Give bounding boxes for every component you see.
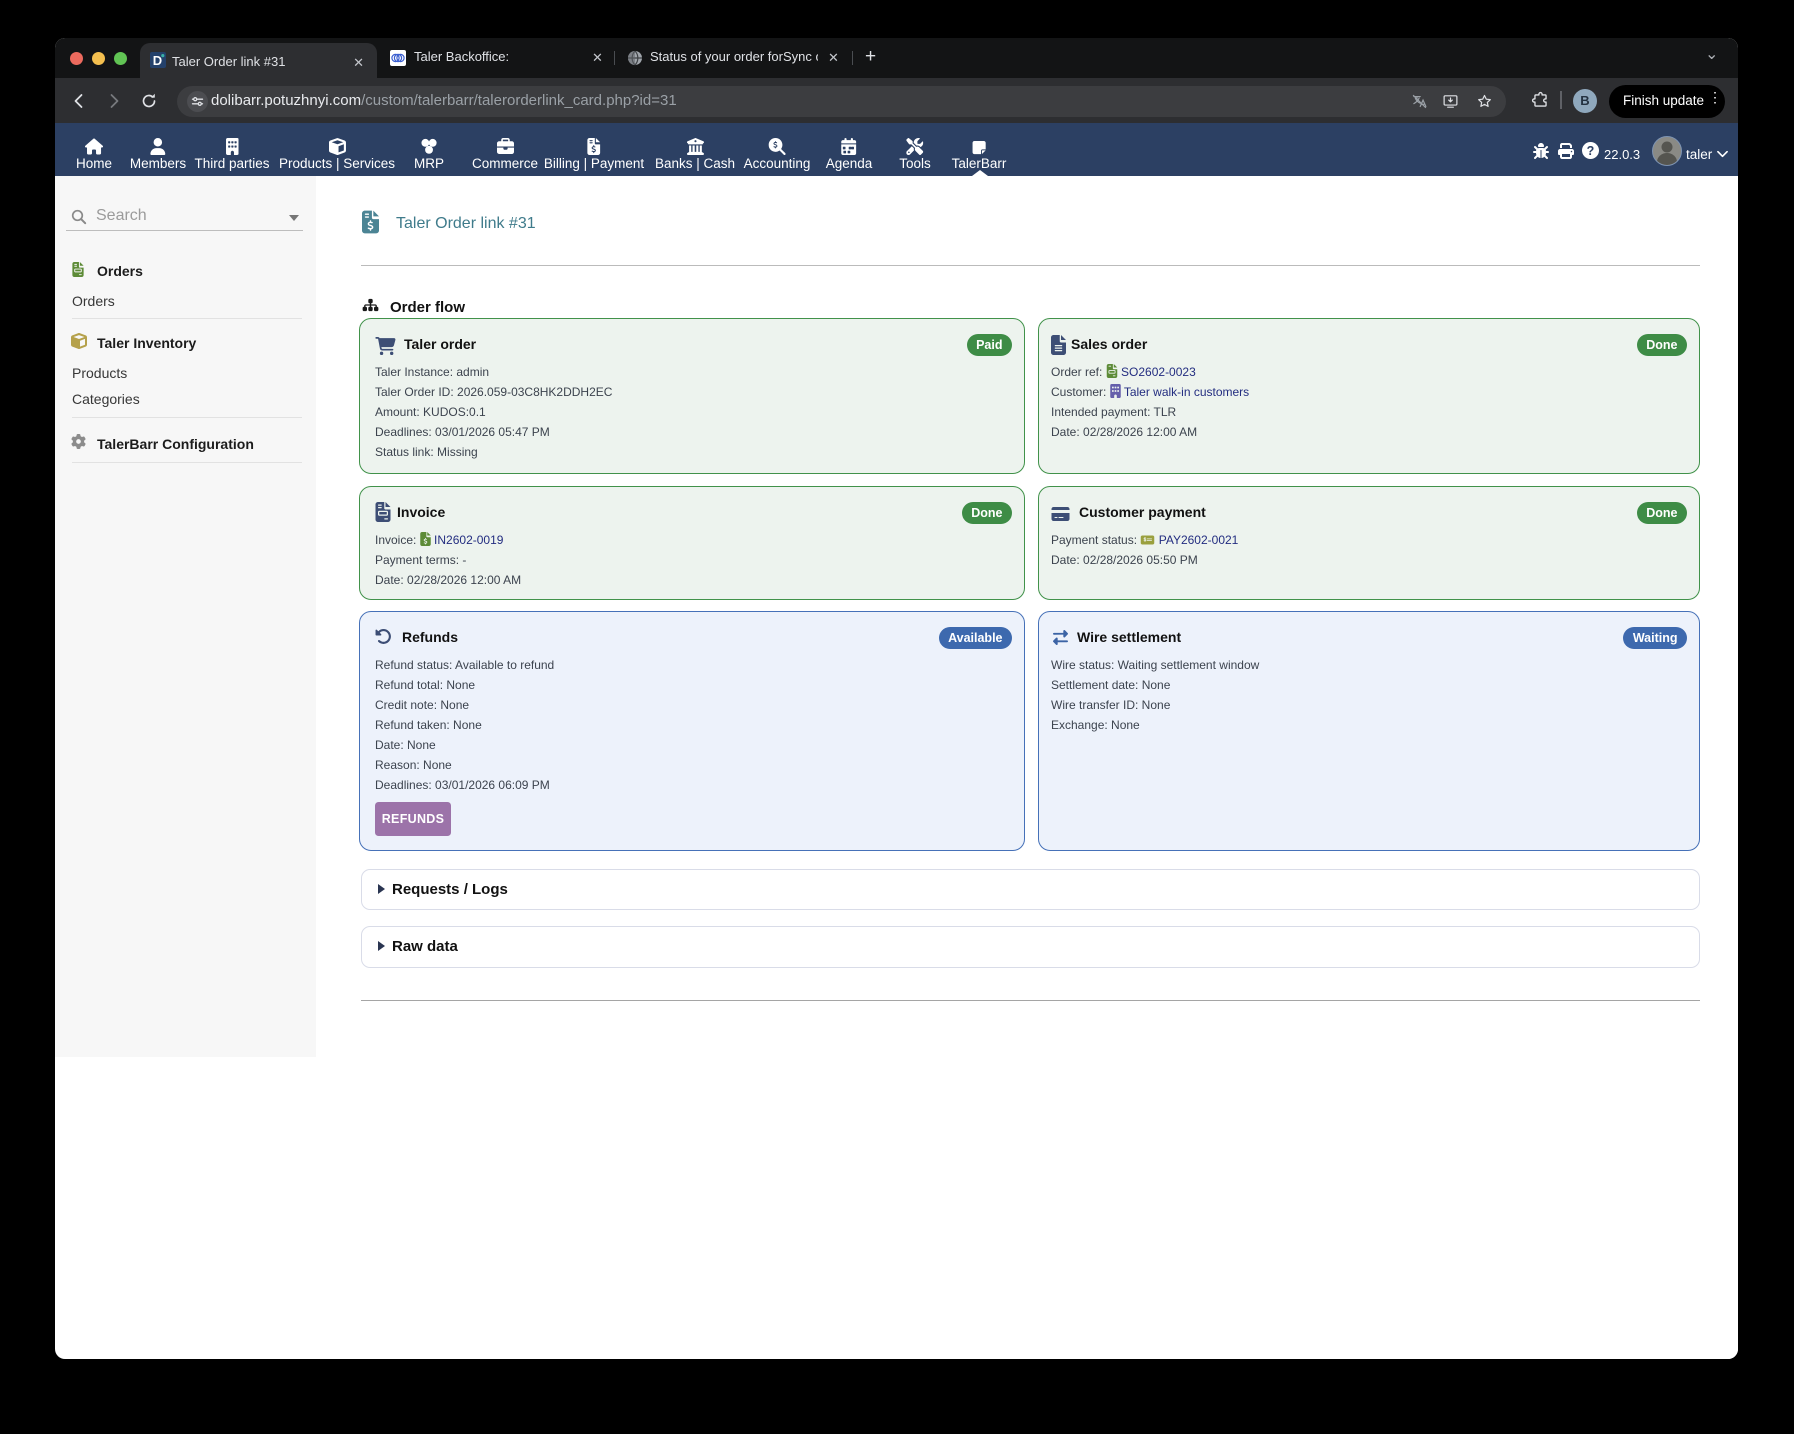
svg-text:D: D <box>153 53 162 68</box>
svg-text:?: ? <box>1587 144 1595 158</box>
